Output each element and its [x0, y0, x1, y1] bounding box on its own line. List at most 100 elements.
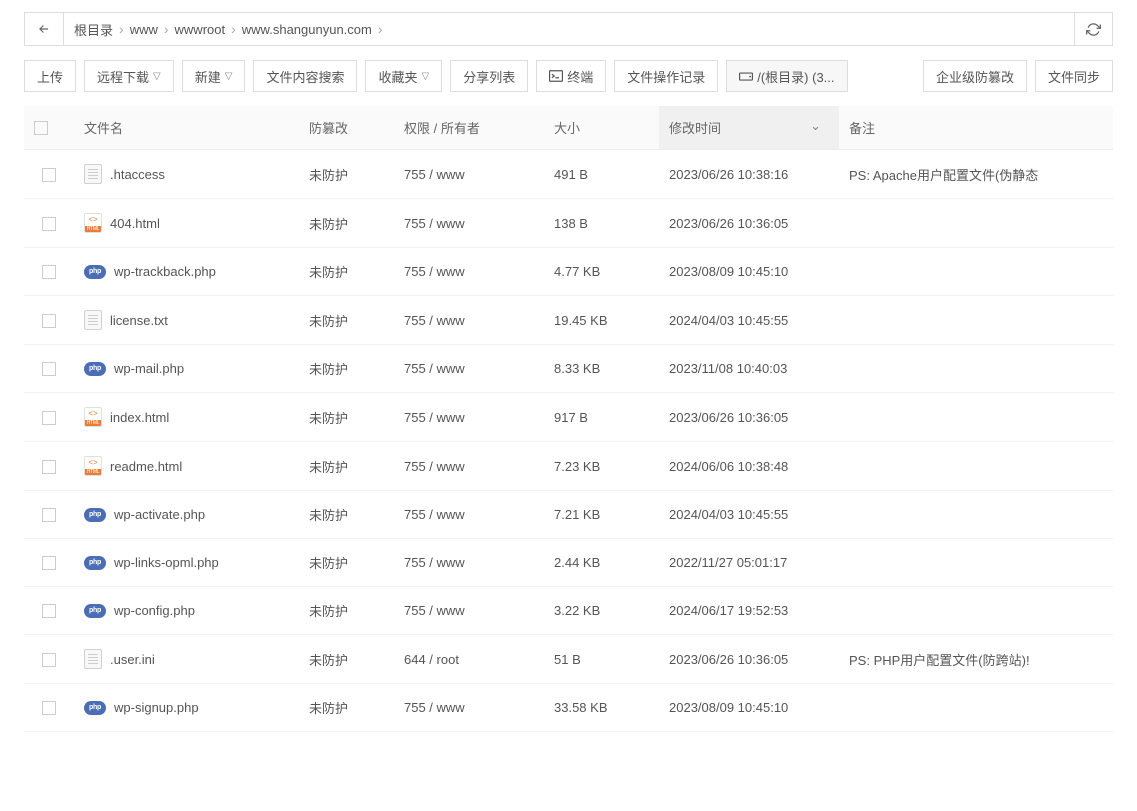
cell-time: 2024/06/17 19:52:53: [659, 587, 839, 635]
row-checkbox[interactable]: [42, 362, 56, 376]
column-size[interactable]: 大小: [544, 106, 659, 150]
breadcrumb-item[interactable]: wwwroot: [175, 22, 226, 37]
cell-prot: 未防护: [299, 539, 394, 587]
row-checkbox[interactable]: [42, 314, 56, 328]
file-name[interactable]: wp-signup.php: [114, 700, 199, 715]
cell-size: 33.58 KB: [544, 684, 659, 732]
toolbar: 上传 远程下载▽ 新建▽ 文件内容搜索 收藏夹▽ 分享列表 终端 文件操作记录 …: [24, 60, 1113, 92]
php-file-icon: php: [84, 508, 106, 522]
share-list-button[interactable]: 分享列表: [450, 60, 528, 92]
breadcrumb-item[interactable]: www.shangunyun.com: [242, 22, 372, 37]
cell-size: 8.33 KB: [544, 345, 659, 393]
cell-note: [839, 393, 1113, 442]
row-checkbox[interactable]: [42, 556, 56, 570]
select-all-checkbox[interactable]: [34, 121, 48, 135]
cell-prot: 未防护: [299, 199, 394, 248]
cell-note: [839, 491, 1113, 539]
terminal-icon: [549, 70, 563, 82]
row-checkbox[interactable]: [42, 217, 56, 231]
file-name[interactable]: wp-activate.php: [114, 507, 205, 522]
file-name[interactable]: .user.ini: [110, 652, 155, 667]
cell-time: 2023/11/08 10:40:03: [659, 345, 839, 393]
arrow-left-icon: [37, 22, 51, 36]
cell-note: PS: Apache用户配置文件(伪静态: [839, 150, 1113, 199]
file-table: 文件名 防篡改 权限 / 所有者 大小 修改时间⌄ 备注 .htaccess未防…: [24, 106, 1113, 732]
file-name[interactable]: wp-mail.php: [114, 361, 184, 376]
html-file-icon: [84, 456, 102, 476]
row-checkbox[interactable]: [42, 411, 56, 425]
new-button[interactable]: 新建▽: [182, 60, 246, 92]
table-row[interactable]: phpwp-config.php未防护755 / www3.22 KB2024/…: [24, 587, 1113, 635]
column-permission[interactable]: 权限 / 所有者: [394, 106, 544, 150]
upload-button[interactable]: 上传: [24, 60, 76, 92]
refresh-button[interactable]: [1075, 12, 1113, 46]
file-name[interactable]: wp-links-opml.php: [114, 555, 219, 570]
cell-prot: 未防护: [299, 296, 394, 345]
column-note[interactable]: 备注: [839, 106, 1113, 150]
row-checkbox[interactable]: [42, 701, 56, 715]
cell-time: 2024/04/03 10:45:55: [659, 296, 839, 345]
file-name[interactable]: wp-config.php: [114, 603, 195, 618]
table-row[interactable]: .htaccess未防护755 / www491 B2023/06/26 10:…: [24, 150, 1113, 199]
row-checkbox[interactable]: [42, 653, 56, 667]
cell-prot: 未防护: [299, 587, 394, 635]
operation-log-button[interactable]: 文件操作记录: [614, 60, 718, 92]
cell-note: [839, 248, 1113, 296]
table-row[interactable]: index.html未防护755 / www917 B2023/06/26 10…: [24, 393, 1113, 442]
php-file-icon: php: [84, 265, 106, 279]
table-row[interactable]: 404.html未防护755 / www138 B2023/06/26 10:3…: [24, 199, 1113, 248]
cell-size: 3.22 KB: [544, 587, 659, 635]
file-name[interactable]: index.html: [110, 410, 169, 425]
chevron-down-icon: ▽: [421, 71, 429, 82]
cell-perm: 755 / www: [394, 345, 544, 393]
file-name[interactable]: readme.html: [110, 459, 182, 474]
cell-perm: 755 / www: [394, 393, 544, 442]
cell-size: 19.45 KB: [544, 296, 659, 345]
table-row[interactable]: readme.html未防护755 / www7.23 KB2024/06/06…: [24, 442, 1113, 491]
table-row[interactable]: phpwp-mail.php未防护755 / www8.33 KB2023/11…: [24, 345, 1113, 393]
cell-perm: 755 / www: [394, 248, 544, 296]
remote-download-button[interactable]: 远程下载▽: [84, 60, 174, 92]
favorites-label: 收藏夹: [378, 67, 417, 86]
file-name[interactable]: .htaccess: [110, 167, 165, 182]
row-checkbox[interactable]: [42, 265, 56, 279]
php-file-icon: php: [84, 362, 106, 376]
chevron-right-icon: ›: [164, 21, 169, 37]
row-checkbox[interactable]: [42, 508, 56, 522]
chevron-down-icon: ▽: [153, 71, 161, 82]
row-checkbox[interactable]: [42, 168, 56, 182]
breadcrumb[interactable]: 根目录›www›wwwroot›www.shangunyun.com›: [64, 12, 1075, 46]
cell-perm: 644 / root: [394, 635, 544, 684]
chevron-down-icon: ⌄: [810, 118, 821, 134]
cell-perm: 755 / www: [394, 150, 544, 199]
disk-usage-button[interactable]: /(根目录) (3...: [726, 60, 847, 92]
content-search-button[interactable]: 文件内容搜索: [253, 60, 357, 92]
breadcrumb-item[interactable]: 根目录: [74, 20, 113, 39]
column-mtime[interactable]: 修改时间⌄: [659, 106, 839, 150]
disk-icon: [739, 70, 753, 82]
row-checkbox[interactable]: [42, 460, 56, 474]
column-filename[interactable]: 文件名: [74, 106, 299, 150]
file-sync-button[interactable]: 文件同步: [1035, 60, 1113, 92]
back-button[interactable]: [24, 12, 64, 46]
table-row[interactable]: license.txt未防护755 / www19.45 KB2024/04/0…: [24, 296, 1113, 345]
favorites-button[interactable]: 收藏夹 ▽: [365, 60, 442, 92]
terminal-button[interactable]: 终端: [536, 60, 606, 92]
cell-size: 51 B: [544, 635, 659, 684]
enterprise-tamper-button[interactable]: 企业级防篡改: [923, 60, 1027, 92]
terminal-label: 终端: [567, 67, 593, 86]
cell-prot: 未防护: [299, 684, 394, 732]
file-name[interactable]: wp-trackback.php: [114, 264, 216, 279]
column-tamper[interactable]: 防篡改: [299, 106, 394, 150]
row-checkbox[interactable]: [42, 604, 56, 618]
table-row[interactable]: phpwp-signup.php未防护755 / www33.58 KB2023…: [24, 684, 1113, 732]
breadcrumb-item[interactable]: www: [130, 22, 158, 37]
table-row[interactable]: .user.ini未防护644 / root51 B2023/06/26 10:…: [24, 635, 1113, 684]
cell-note: [839, 684, 1113, 732]
table-row[interactable]: phpwp-links-opml.php未防护755 / www2.44 KB2…: [24, 539, 1113, 587]
file-name[interactable]: license.txt: [110, 313, 168, 328]
table-row[interactable]: phpwp-trackback.php未防护755 / www4.77 KB20…: [24, 248, 1113, 296]
table-row[interactable]: phpwp-activate.php未防护755 / www7.21 KB202…: [24, 491, 1113, 539]
file-name[interactable]: 404.html: [110, 216, 160, 231]
cell-size: 138 B: [544, 199, 659, 248]
